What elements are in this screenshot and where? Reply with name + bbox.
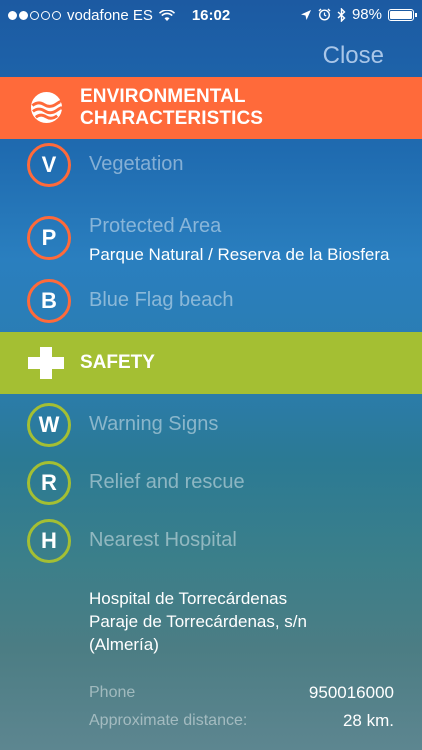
distance-label: Approximate distance: [89,712,248,729]
protected-area-value: Parque Natural / Reserva de la Biosfera [89,245,390,264]
nearest-hospital-label: Nearest Hospital [89,529,237,551]
blue-flag-badge: B [27,279,71,323]
location-arrow-icon [300,9,311,20]
alarm-clock-icon [318,8,331,21]
hospital-name: Hospital de Torrecárdenas [89,589,288,608]
first-aid-cross-icon [28,347,64,379]
environmental-title: ENVIRONMENTAL CHARACTERISTICS [80,86,264,129]
warning-signs-badge: W [27,403,71,447]
safety-title: SAFETY [80,352,155,373]
protected-area-badge: P [27,216,71,260]
close-button[interactable]: Close [323,42,384,70]
hospital-city: (Almería) [89,635,159,654]
sea-waves-icon [30,91,63,124]
status-right: 98% [300,6,417,23]
protected-area-label: Protected Area [89,215,222,237]
distance-value: 28 km. [342,711,394,730]
phone-value[interactable]: 950016000 [309,683,394,703]
phone-label: Phone [89,684,136,701]
battery-percent: 98% [351,6,382,23]
safety-header: SAFETY [0,332,422,394]
vegetation-badge: V [27,143,71,187]
hospital-address: Hospital de Torrecárdenas Paraje de Torr… [89,587,307,656]
status-bar: vodafone ES 16:02 98% [0,0,422,32]
vegetation-label: Vegetation [89,153,184,175]
warning-signs-label: Warning Signs [89,413,219,435]
hospital-street: Paraje de Torrecárdenas, s/n [89,612,307,631]
blue-flag-label: Blue Flag beach [89,289,234,311]
relief-rescue-badge: R [27,461,71,505]
relief-rescue-label: Relief and rescue [89,471,245,493]
battery-icon [388,8,417,21]
bluetooth-icon [337,7,346,22]
environmental-header: ENVIRONMENTAL CHARACTERISTICS [0,77,422,139]
nearest-hospital-badge: H [27,519,71,563]
